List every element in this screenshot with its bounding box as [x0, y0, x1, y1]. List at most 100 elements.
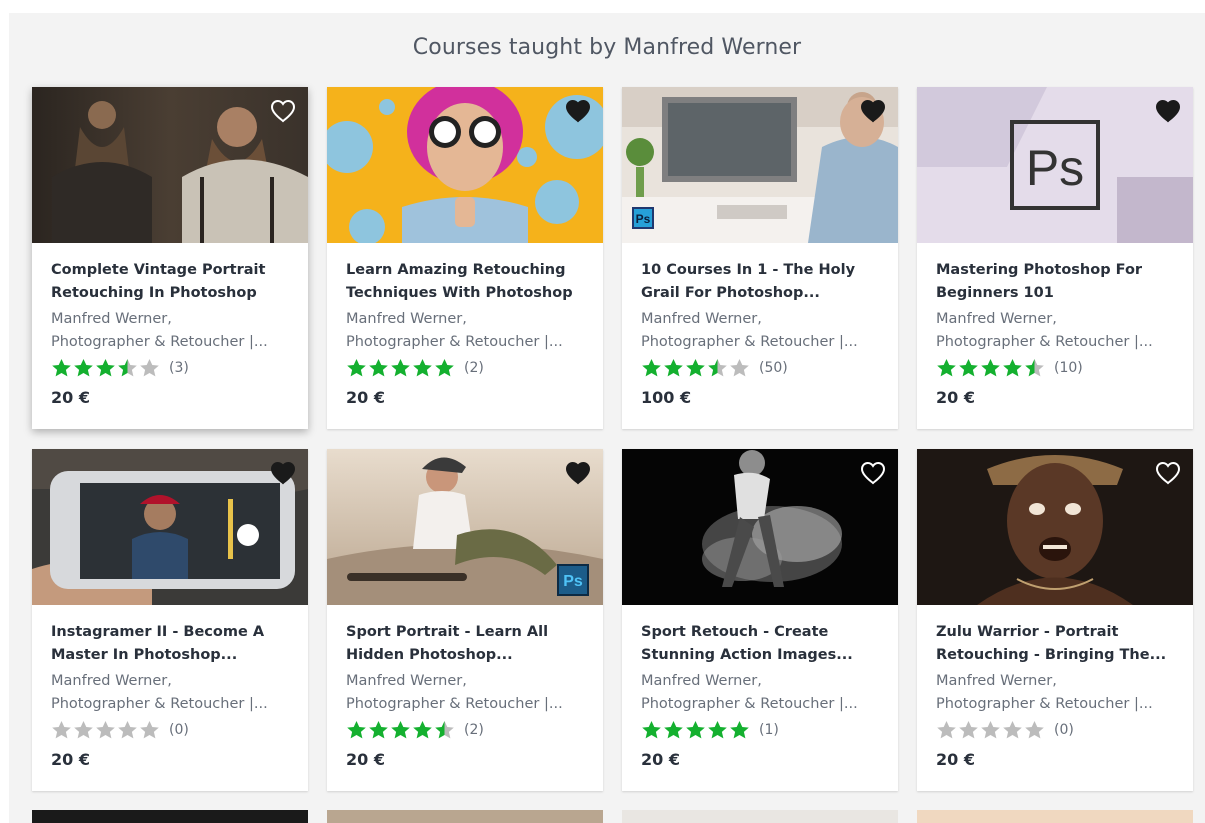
- course-card[interactable]: Ps Sport Portrait - Learn All Hidden Phot…: [327, 449, 603, 791]
- star-rating: [346, 358, 455, 378]
- star-icon: [664, 359, 683, 377]
- rating-count: (2): [464, 360, 484, 376]
- star-rating: [936, 358, 1045, 378]
- star-icon: [140, 359, 159, 377]
- instructor-name: Manfred Werner,: [936, 673, 1057, 689]
- course-price: 100 €: [641, 388, 692, 407]
- course-thumbnail[interactable]: [917, 449, 1193, 605]
- star-icon: [1025, 359, 1044, 377]
- course-thumbnail[interactable]: Ps: [327, 449, 603, 605]
- course-card[interactable]: Ps 10 Courses In 1 - The Holy Grail For P…: [622, 87, 898, 429]
- course-card-partial[interactable]: [327, 810, 603, 823]
- wishlist-heart-icon[interactable]: [565, 99, 591, 123]
- star-icon: [118, 721, 137, 739]
- wishlist-heart-icon[interactable]: [860, 99, 886, 123]
- course-card[interactable]: Instagramer II - Become A Master In Photo…: [32, 449, 308, 791]
- rating-count: (0): [169, 722, 189, 738]
- rating-count: (3): [169, 360, 189, 376]
- star-rating: [51, 358, 160, 378]
- star-icon: [435, 721, 454, 739]
- rating: (2): [346, 357, 588, 379]
- star-icon: [52, 359, 71, 377]
- wishlist-heart-icon[interactable]: [860, 461, 886, 485]
- star-icon: [96, 721, 115, 739]
- instructor-role: Photographer & Retoucher |...: [346, 696, 563, 712]
- course-price: 20 €: [936, 750, 975, 769]
- course-title[interactable]: Instagramer II - Become A Master In Photo…: [51, 621, 293, 667]
- star-icon: [118, 359, 137, 377]
- star-icon: [413, 359, 432, 377]
- course-card[interactable]: Ps Mastering Photoshop For Beginners 101 …: [917, 87, 1193, 429]
- course-price: 20 €: [641, 750, 680, 769]
- instructor-name: Manfred Werner,: [51, 673, 172, 689]
- star-icon: [347, 359, 366, 377]
- star-icon: [730, 359, 749, 377]
- rating: (10): [936, 357, 1178, 379]
- star-icon: [391, 359, 410, 377]
- course-title[interactable]: Zulu Warrior - Portrait Retouching - Brin…: [936, 621, 1178, 667]
- course-thumbnail[interactable]: Ps: [622, 87, 898, 243]
- course-card[interactable]: Learn Amazing Retouching Techniques With …: [327, 87, 603, 429]
- rating: (2): [346, 719, 588, 741]
- course-title[interactable]: Complete Vintage Portrait Retouching In P…: [51, 259, 293, 305]
- star-rating: [641, 358, 750, 378]
- star-icon: [708, 721, 727, 739]
- star-icon: [981, 721, 1000, 739]
- courses-section: Courses taught by Manfred Werner Complet…: [9, 13, 1205, 823]
- course-card[interactable]: Complete Vintage Portrait Retouching In P…: [32, 87, 308, 429]
- star-icon: [74, 721, 93, 739]
- course-price: 20 €: [936, 388, 975, 407]
- instructor-role: Photographer & Retoucher |...: [936, 696, 1153, 712]
- course-price: 20 €: [346, 750, 385, 769]
- rating-count: (0): [1054, 722, 1074, 738]
- instructor-role: Photographer & Retoucher |...: [346, 334, 563, 350]
- instructor-name: Manfred Werner,: [346, 311, 467, 327]
- course-title[interactable]: Sport Portrait - Learn All Hidden Photosh…: [346, 621, 588, 667]
- star-icon: [686, 359, 705, 377]
- instructor-role: Photographer & Retoucher |...: [51, 334, 268, 350]
- star-icon: [96, 359, 115, 377]
- star-icon: [981, 359, 1000, 377]
- wishlist-heart-icon[interactable]: [1155, 99, 1181, 123]
- course-price: 20 €: [51, 750, 90, 769]
- star-icon: [1025, 721, 1044, 739]
- course-title[interactable]: Mastering Photoshop For Beginners 101: [936, 259, 1178, 305]
- wishlist-heart-icon[interactable]: [270, 461, 296, 485]
- course-thumbnail[interactable]: [622, 449, 898, 605]
- course-card[interactable]: Zulu Warrior - Portrait Retouching - Brin…: [917, 449, 1193, 791]
- star-rating: [346, 720, 455, 740]
- star-icon: [435, 359, 454, 377]
- star-icon: [959, 721, 978, 739]
- star-icon: [642, 359, 661, 377]
- course-title[interactable]: Learn Amazing Retouching Techniques With …: [346, 259, 588, 305]
- star-icon: [937, 359, 956, 377]
- svg-text:Ps: Ps: [1026, 140, 1084, 196]
- star-icon: [52, 721, 71, 739]
- star-icon: [391, 721, 410, 739]
- course-card[interactable]: Sport Retouch - Create Stunning Action Im…: [622, 449, 898, 791]
- star-icon: [730, 721, 749, 739]
- course-card-partial[interactable]: [32, 810, 308, 823]
- course-thumbnail[interactable]: [327, 87, 603, 243]
- star-rating: [51, 720, 160, 740]
- course-card-partial[interactable]: [622, 810, 898, 823]
- course-title[interactable]: Sport Retouch - Create Stunning Action Im…: [641, 621, 883, 667]
- star-icon: [959, 359, 978, 377]
- wishlist-heart-icon[interactable]: [565, 461, 591, 485]
- star-icon: [140, 721, 159, 739]
- course-title[interactable]: 10 Courses In 1 - The Holy Grail For Phot…: [641, 259, 883, 305]
- instructor-role: Photographer & Retoucher |...: [641, 334, 858, 350]
- course-card-partial[interactable]: [917, 810, 1193, 823]
- course-thumbnail[interactable]: Ps: [917, 87, 1193, 243]
- wishlist-heart-icon[interactable]: [1155, 461, 1181, 485]
- instructor-name: Manfred Werner,: [51, 311, 172, 327]
- star-icon: [686, 721, 705, 739]
- wishlist-heart-icon[interactable]: [270, 99, 296, 123]
- course-thumbnail[interactable]: [32, 87, 308, 243]
- instructor-role: Photographer & Retoucher |...: [51, 696, 268, 712]
- star-icon: [708, 359, 727, 377]
- star-icon: [642, 721, 661, 739]
- svg-text:Ps: Ps: [563, 573, 583, 590]
- course-thumbnail[interactable]: [32, 449, 308, 605]
- instructor-role: Photographer & Retoucher |...: [641, 696, 858, 712]
